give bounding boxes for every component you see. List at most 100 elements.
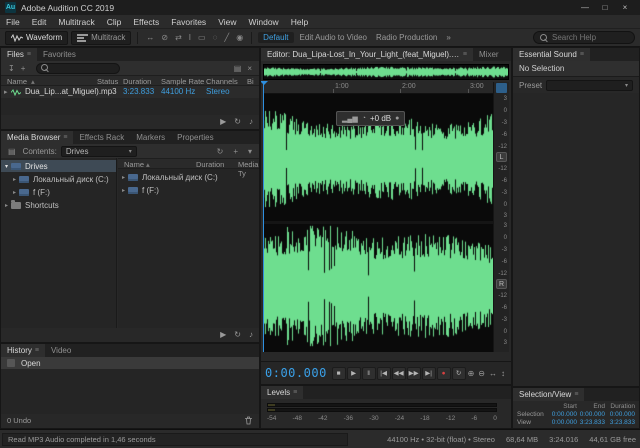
preview-play-icon[interactable]: ▶	[220, 117, 226, 126]
pause-button[interactable]: ‖	[362, 367, 376, 380]
panel-menu-icon[interactable]: ≡	[580, 51, 584, 58]
col-duration[interactable]: Duration	[196, 160, 224, 169]
razor-tool-icon[interactable]: ⊘	[159, 33, 170, 42]
workspace-edit-audio-to-video-button[interactable]: Edit Audio to Video	[297, 33, 370, 42]
collapsed-icon[interactable]: ▸	[122, 174, 125, 181]
preview-loop-icon[interactable]: ↻	[234, 117, 241, 126]
channel-left-badge[interactable]: L	[496, 152, 507, 162]
tab-essential-sound[interactable]: Essential Sound ≡	[513, 48, 590, 61]
collapsed-icon[interactable]: ▸	[13, 176, 16, 183]
tab-files[interactable]: Files ≡	[1, 48, 37, 61]
selection-duration[interactable]: 0:00.000	[605, 411, 635, 418]
menu-edit[interactable]: Edit	[26, 15, 53, 29]
collapsed-icon[interactable]: ▸	[122, 187, 125, 194]
delete-file-icon[interactable]: ×	[244, 64, 255, 73]
waveform-display[interactable]	[263, 94, 493, 352]
history-item-open[interactable]: Open	[1, 357, 259, 369]
time-selection-tool-icon[interactable]: I	[187, 33, 193, 42]
zoom-in-button[interactable]: ⊕	[466, 369, 477, 378]
play-button[interactable]: ▶	[347, 367, 361, 380]
collapsed-icon[interactable]: ▸	[13, 189, 16, 196]
waveform-channel-right-canvas[interactable]	[263, 224, 493, 348]
collapsed-icon[interactable]: ▸	[5, 202, 8, 209]
tab-properties[interactable]: Properties	[171, 131, 219, 144]
overview-waveform-canvas[interactable]	[264, 65, 508, 79]
multitrack-view-button[interactable]: Multitrack	[71, 31, 131, 45]
menu-clip[interactable]: Clip	[101, 15, 128, 29]
channel-right-badge[interactable]: R	[496, 279, 507, 289]
rewind-button[interactable]: ◀◀	[392, 367, 406, 380]
volume-knob-icon[interactable]: ◔	[362, 115, 366, 122]
record-button[interactable]: ●	[437, 367, 451, 380]
tab-effects-rack[interactable]: Effects Rack	[73, 131, 130, 144]
playhead-time-display[interactable]: 0:00.000	[265, 366, 327, 380]
panel-menu-icon[interactable]: ≡	[35, 347, 39, 354]
preset-dropdown[interactable]: ▾	[546, 80, 633, 91]
lasso-selection-tool-icon[interactable]: ◌	[211, 33, 220, 42]
tree-item-shortcuts[interactable]: ▸ Shortcuts	[1, 199, 116, 211]
view-start[interactable]: 0:00.000	[547, 419, 577, 426]
tab-levels[interactable]: Levels ≡	[261, 386, 303, 399]
workspace-overflow-button[interactable]: »	[443, 33, 453, 42]
tab-history[interactable]: History ≡	[1, 344, 45, 357]
move-playhead-previous-button[interactable]: |◀	[377, 367, 391, 380]
menu-effects[interactable]: Effects	[127, 15, 165, 29]
workspace-radio-production-button[interactable]: Radio Production	[373, 33, 440, 42]
marquee-selection-tool-icon[interactable]: ▭	[196, 33, 208, 42]
selection-start[interactable]: 0:00.000	[547, 411, 577, 418]
fast-forward-button[interactable]: ▶▶	[407, 367, 421, 380]
amplitude-ruler[interactable]: 3 0 -3 -6 -12 -12 -6 -3 0 3 L 3 0 -3 -6	[493, 82, 509, 352]
tab-video[interactable]: Video	[45, 344, 77, 357]
zoom-full-height-button[interactable]: ↕	[499, 369, 507, 378]
tab-editor[interactable]: Editor: Dua_Lipa-Lost_In_Your_Light_(fea…	[261, 48, 473, 61]
col-bitdepth[interactable]: Bi	[247, 77, 254, 86]
folder-up-icon[interactable]: ▤	[5, 147, 19, 156]
minimize-button[interactable]: —	[575, 0, 595, 15]
selection-end[interactable]: 0:00.000	[577, 411, 605, 418]
tab-mixer[interactable]: Mixer	[473, 48, 505, 61]
view-end[interactable]: 3:23.833	[577, 419, 605, 426]
timeline-ruler[interactable]: 1:00 2:00 3:00	[263, 82, 493, 94]
menu-file[interactable]: File	[0, 15, 26, 29]
tab-media-browser[interactable]: Media Browser ≡	[1, 131, 73, 144]
spot-healing-brush-tool-icon[interactable]: ◉	[234, 33, 245, 42]
waveform-view-button[interactable]: Waveform	[5, 31, 68, 45]
filter-icon[interactable]: ▾	[245, 147, 255, 156]
panel-menu-icon[interactable]: ≡	[293, 389, 297, 396]
menu-view[interactable]: View	[212, 15, 242, 29]
col-sample-rate[interactable]: Sample Rate	[161, 77, 204, 86]
tab-selection-view[interactable]: Selection/View ≡	[513, 388, 584, 401]
col-name[interactable]: Name	[124, 160, 144, 169]
speaker-icon[interactable]: ♪	[249, 117, 253, 126]
col-duration[interactable]: Duration	[123, 77, 151, 86]
preview-loop-icon[interactable]: ↻	[234, 330, 241, 339]
col-channels[interactable]: Channels	[206, 77, 238, 86]
move-playhead-next-button[interactable]: ▶|	[422, 367, 436, 380]
menu-favorites[interactable]: Favorites	[165, 15, 212, 29]
preview-play-icon[interactable]: ▶	[220, 330, 226, 339]
list-item-disk-f[interactable]: ▸ f (F:)	[118, 184, 259, 196]
workspace-default-button[interactable]: Default	[258, 32, 293, 43]
refresh-icon[interactable]: ↻	[214, 147, 227, 156]
file-row[interactable]: ▸ Dua_Lip...at_Miguel).mp3 3:23.833 4410…	[1, 86, 259, 98]
list-item-disk-c[interactable]: ▸ Локальный диск (C:)	[118, 171, 259, 183]
scale-menu-icon[interactable]	[496, 83, 507, 93]
tree-item-drives[interactable]: ▾ Drives	[1, 160, 116, 172]
trash-icon[interactable]	[244, 416, 253, 425]
tree-item-disk-f[interactable]: ▸ f (F:)	[1, 186, 116, 198]
help-search-box[interactable]	[533, 31, 635, 44]
contents-dropdown[interactable]: Drives ▾	[61, 146, 137, 157]
maximize-button[interactable]: □	[595, 0, 615, 15]
help-search-input[interactable]	[552, 33, 626, 42]
panel-menu-icon[interactable]: ≡	[27, 51, 31, 58]
panel-menu-icon[interactable]: ≡	[463, 51, 467, 58]
add-shortcut-icon[interactable]: +	[230, 147, 241, 156]
loop-playback-button[interactable]: ↻	[452, 367, 466, 380]
tab-markers[interactable]: Markers	[130, 131, 171, 144]
view-duration[interactable]: 3:23.833	[605, 419, 635, 426]
menu-window[interactable]: Window	[242, 15, 284, 29]
playhead[interactable]	[263, 82, 264, 352]
pin-icon[interactable]: ●	[395, 115, 399, 122]
close-button[interactable]: ×	[615, 0, 635, 15]
zoom-out-button[interactable]: ⊖	[476, 369, 487, 378]
